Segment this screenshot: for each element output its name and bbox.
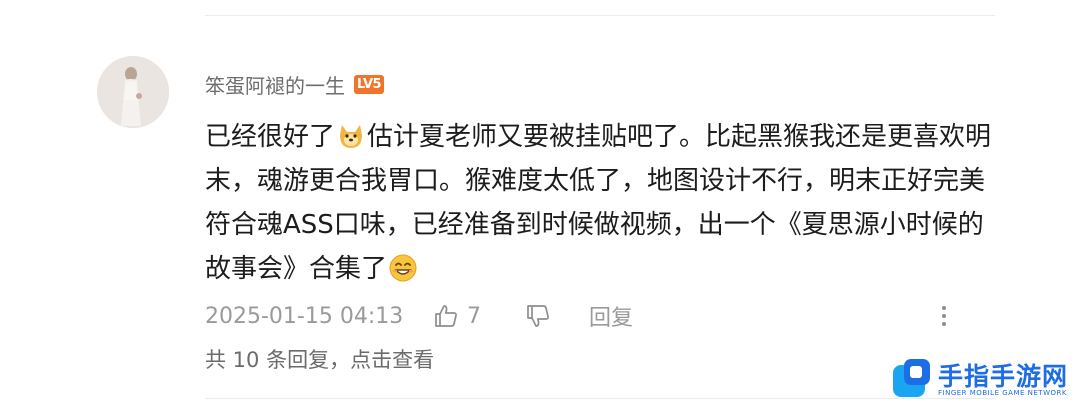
comment-meta-row: 2025-01-15 04:13 7 回复 <box>205 300 950 332</box>
watermark-subtitle: FINGER MOBILE GAME NETWORK <box>938 389 1067 397</box>
dislike-button[interactable] <box>525 303 581 329</box>
more-options-icon[interactable] <box>938 306 950 326</box>
comment-text-part1: 已经很好了 <box>205 122 336 152</box>
top-divider <box>205 15 995 16</box>
reply-button[interactable]: 回复 <box>589 300 633 332</box>
watermark: 手指手游网 FINGER MOBILE GAME NETWORK <box>890 355 1070 401</box>
smile-icon <box>389 254 417 282</box>
watermark-logo-icon <box>893 359 930 397</box>
thumbs-up-icon <box>435 305 457 327</box>
view-replies-link[interactable]: 共 10 条回复，点击查看 <box>205 344 434 374</box>
like-button[interactable]: 7 <box>433 303 525 329</box>
avatar-image <box>97 56 169 128</box>
watermark-title: 手指手游网 <box>938 362 1069 391</box>
doge-icon <box>340 125 363 148</box>
username-row: 笨蛋阿褪的一生 LV5 <box>205 70 385 99</box>
timestamp: 2025-01-15 04:13 <box>205 303 404 329</box>
comment-body: 已经很好了 估计夏老师又要被挂贴吧了。比起黑猴我还是更喜欢明末，魂游更合我胃口。… <box>205 115 995 291</box>
like-count: 7 <box>467 303 481 329</box>
bottom-divider <box>205 398 995 399</box>
level-badge: LV5 <box>354 75 385 94</box>
username[interactable]: 笨蛋阿褪的一生 <box>205 70 345 99</box>
avatar[interactable] <box>97 56 169 128</box>
thumbs-down-icon <box>527 305 549 327</box>
